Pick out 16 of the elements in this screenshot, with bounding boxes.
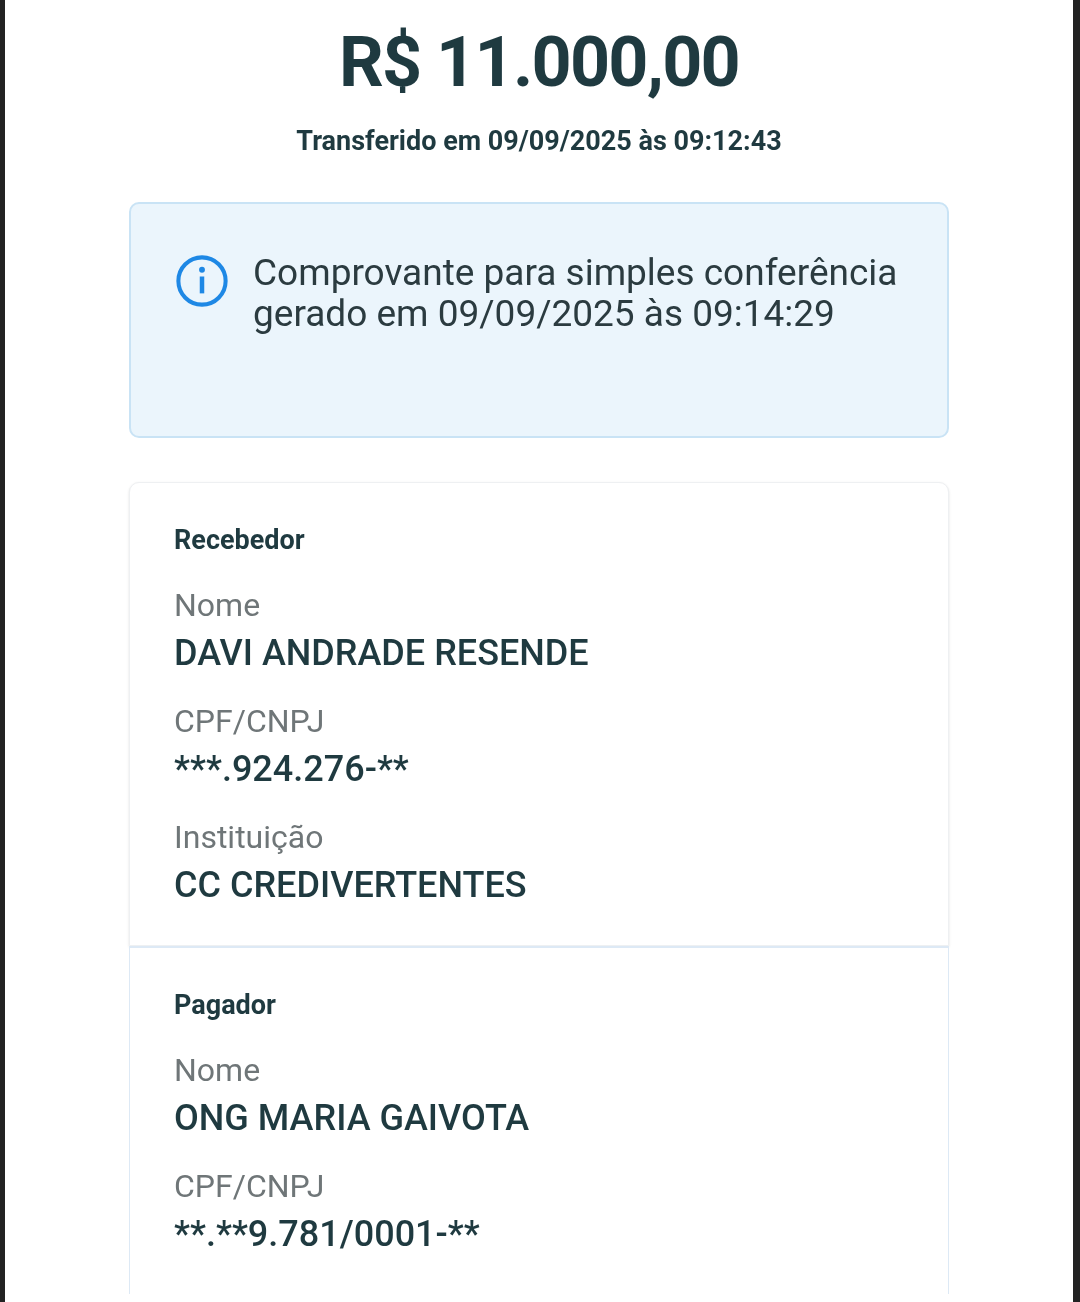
- field-label: CPF/CNPJ: [174, 701, 326, 741]
- field-value: DAVI ANDRADE RESENDE: [174, 631, 590, 675]
- transfer-amount: R$ 11.000,00: [338, 22, 740, 102]
- field-value: ***.924.276-**: [174, 747, 410, 791]
- field-label: Instituição: [174, 817, 325, 857]
- field-label: Nome: [174, 1050, 262, 1090]
- field-label: Nome: [174, 585, 262, 625]
- field-value: ONG MARIA GAIVOTA: [174, 1096, 531, 1140]
- section-title: Pagador: [174, 988, 277, 1022]
- field-value: CC CREDIVERTENTES: [174, 863, 528, 907]
- info-icon: [175, 254, 229, 308]
- field-label: CPF/CNPJ: [174, 1166, 326, 1206]
- transfer-time: Transferido em 09/09/2025 às 09:12:43: [296, 124, 782, 158]
- section-title: Recebedor: [174, 523, 306, 557]
- field-value: **.**9.781/0001-**: [174, 1212, 481, 1256]
- notice-text: Comprovante para simples conferência gerado em 09/09/2025 às 09:14:29: [253, 252, 899, 334]
